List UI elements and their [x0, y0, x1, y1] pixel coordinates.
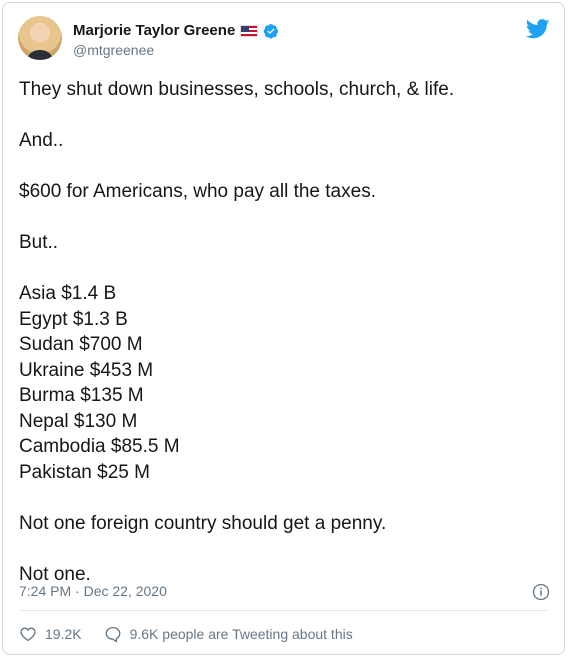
- tweet-actions: 19.2K 9.6K people are Tweeting about thi…: [19, 625, 353, 643]
- tweet-line: Pakistan $25 M: [19, 461, 150, 483]
- conversation-button[interactable]: 9.6K people are Tweeting about this: [104, 625, 353, 643]
- tweet-line: Asia $1.4 B: [19, 283, 117, 304]
- tweet-line: Ukraine $453 M: [19, 359, 154, 381]
- line-break: [19, 205, 549, 231]
- line-break: [19, 536, 549, 562]
- heart-icon: [20, 627, 36, 642]
- line-break: [19, 256, 549, 282]
- author-avatar[interactable]: [18, 16, 62, 60]
- conversation-text: 9.6K people are Tweeting about this: [129, 626, 353, 642]
- tweet-line: Egypt $1.3 B: [19, 308, 128, 330]
- info-icon[interactable]: [532, 583, 550, 601]
- verified-badge-icon: [263, 23, 279, 38]
- tweet-line: Burma $135 M: [19, 385, 144, 406]
- tweet-line: Not one foreign country should get a pen…: [19, 512, 387, 534]
- author-handle[interactable]: @mtgreenee: [73, 42, 154, 58]
- divider: [19, 610, 548, 611]
- us-flag-icon: [240, 24, 259, 37]
- tweet-text: They shut down businesses, schools, chur…: [19, 77, 549, 587]
- tweet-line: Sudan $700 M: [19, 334, 143, 355]
- tweet-line: Cambodia $85.5 M: [19, 436, 180, 457]
- tweet-line: They shut down businesses, schools, chur…: [19, 79, 455, 100]
- tweet-card: Marjorie Taylor Greene @mtgreenee They s…: [2, 2, 565, 655]
- like-button[interactable]: 19.2K: [19, 625, 82, 643]
- line-break: [19, 103, 549, 129]
- line-break: [19, 154, 549, 180]
- tweet-timestamp[interactable]: 7:24 PM · Dec 22, 2020: [19, 583, 167, 599]
- twitter-bird-icon[interactable]: [526, 19, 550, 39]
- tweet-line: But..: [19, 232, 59, 253]
- line-break: [19, 485, 549, 511]
- tweet-line: Nepal $130 M: [19, 410, 138, 432]
- author-name-row[interactable]: Marjorie Taylor Greene: [73, 22, 279, 39]
- tweet-line: And..: [19, 130, 64, 151]
- author-name[interactable]: Marjorie Taylor Greene: [73, 22, 235, 39]
- like-count: 19.2K: [45, 626, 82, 642]
- reply-bubble-icon: [105, 626, 121, 643]
- tweet-line: $600 for Americans, who pay all the taxe…: [19, 181, 376, 202]
